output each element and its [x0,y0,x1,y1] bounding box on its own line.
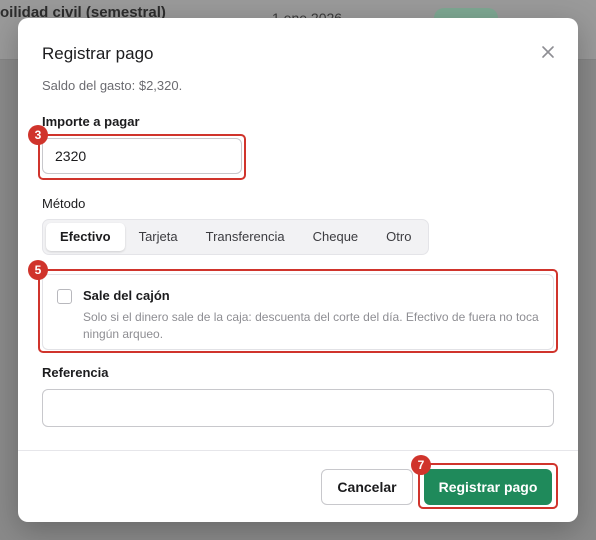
method-option-tarjeta[interactable]: Tarjeta [125,223,192,251]
payment-method-segmented-control: Efectivo Tarjeta Transferencia Cheque Otro [42,219,430,255]
footer-divider [18,450,578,451]
register-payment-dialog: Registrar pago Saldo del gasto: $2,320. … [18,18,578,522]
amount-label: Importe a pagar [42,114,140,129]
method-option-transferencia[interactable]: Transferencia [192,223,299,251]
cancel-button[interactable]: Cancelar [321,469,413,505]
method-label: Método [42,196,86,211]
submit-step-badge: 7 [411,455,431,475]
close-icon[interactable] [540,44,556,60]
method-option-efectivo[interactable]: Efectivo [46,223,125,251]
drawer-checkbox[interactable] [57,289,72,304]
reference-label: Referencia [42,365,109,380]
register-payment-button[interactable]: Registrar pago [424,469,552,505]
drawer-step-badge: 5 [28,260,48,280]
drawer-checkbox-label: Sale del cajón [83,288,170,303]
amount-input[interactable] [42,138,242,174]
dialog-title: Registrar pago [42,44,154,63]
drawer-option-card[interactable]: Sale del cajón Solo si el dinero sale de… [42,274,554,350]
expense-balance-text: Saldo del gasto: $2,320. [42,78,183,93]
method-option-cheque[interactable]: Cheque [299,223,373,251]
method-option-otro[interactable]: Otro [372,223,425,251]
amount-step-badge: 3 [28,125,48,145]
reference-input[interactable] [42,389,554,427]
drawer-help-text: Solo si el dinero sale de la caja: descu… [83,310,539,341]
